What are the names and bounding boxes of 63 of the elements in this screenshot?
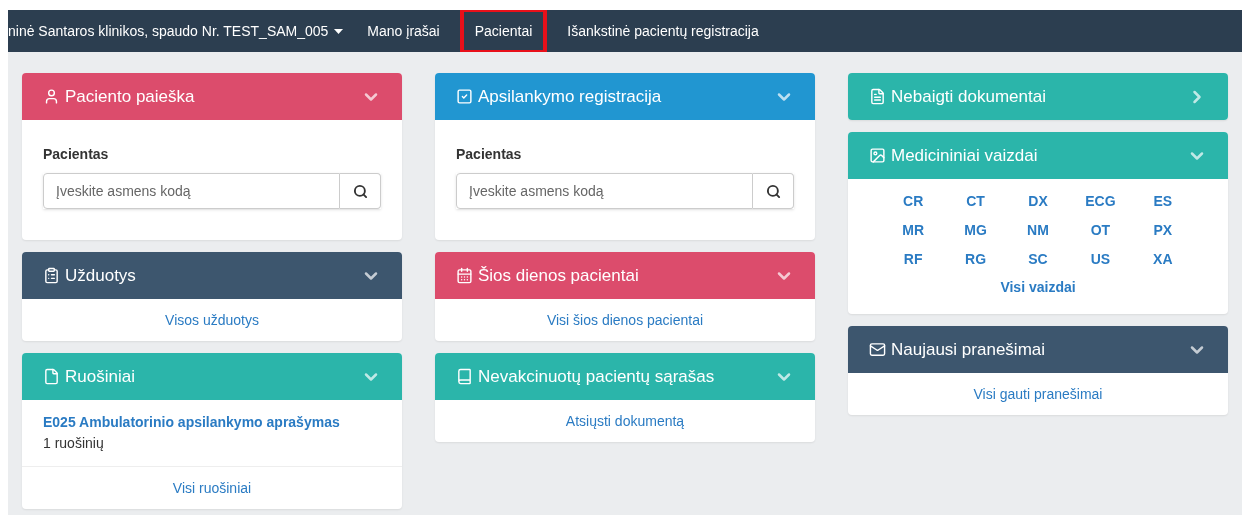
panel-title: Nevakcinuotų pacientų sąrašas	[478, 365, 715, 388]
panel-title: Paciento paieška	[65, 85, 195, 108]
modality-link[interactable]: CR	[882, 191, 945, 212]
modality-link[interactable]: RG	[944, 249, 1007, 270]
search-button[interactable]	[753, 173, 794, 209]
book-icon	[456, 368, 473, 385]
panel-header[interactable]: Užduotys	[22, 252, 402, 299]
modality-link[interactable]: RF	[882, 249, 945, 270]
panel-header[interactable]: Nebaigti dokumentai	[848, 73, 1228, 120]
panel-header[interactable]: Apsilankymo registracija	[435, 73, 815, 120]
panel-link[interactable]: Atsiųsti dokumentą	[565, 410, 685, 432]
modality-link[interactable]: PX	[1131, 220, 1194, 241]
modality-link[interactable]: ES	[1131, 191, 1194, 212]
panel-title: Naujausi pranešimai	[891, 338, 1046, 361]
search-icon	[352, 183, 368, 199]
search-field[interactable]: Įveskite asmens kodą	[456, 173, 753, 209]
panel-header[interactable]: Naujausi pranešimai	[848, 326, 1228, 373]
panel-title: Medicininiai vaizdai	[891, 144, 1038, 167]
user-icon	[43, 88, 60, 105]
modality-link[interactable]: MG	[944, 220, 1007, 241]
field-label: Pacientas	[43, 145, 110, 164]
panel-title: Ruošiniai	[65, 365, 135, 388]
envelope-icon	[869, 341, 886, 358]
panel-link[interactable]: Visi šios dienos pacientai	[546, 309, 704, 331]
nav-link[interactable]: Mano įrašai	[355, 10, 452, 52]
panel-title: Nebaigti dokumentai	[891, 85, 1046, 108]
calendar-icon	[456, 267, 473, 284]
panel-link[interactable]: Visos užduotys	[165, 309, 259, 331]
nav-link[interactable]: Išankstinė pacientų registracija	[555, 10, 771, 52]
checkbox-icon	[456, 88, 473, 105]
modality-link[interactable]: MR	[882, 220, 945, 241]
modality-link[interactable]: US	[1069, 249, 1132, 270]
image-icon	[869, 147, 886, 164]
panel-title: Šios dienos pacientai	[478, 264, 639, 287]
file-icon	[43, 368, 60, 385]
search-button[interactable]	[340, 173, 381, 209]
panel-title: Apsilankymo registracija	[478, 85, 662, 108]
modality-link[interactable]: OT	[1069, 220, 1132, 241]
modality-link[interactable]: NM	[1006, 220, 1070, 241]
clipboard-icon	[43, 267, 60, 284]
field-label: Pacientas	[456, 145, 523, 164]
search-icon	[765, 183, 781, 199]
panel-header[interactable]: Nevakcinuotų pacientų sąrašas	[435, 353, 815, 400]
draft-link[interactable]: E025 Ambulatorinio apsilankymo aprašymas	[43, 412, 381, 433]
user-menu[interactable]: ninė Santaros klinikos, spaudo Nr. TEST_SAM_005	[8, 10, 356, 52]
panel-link[interactable]: Visi gauti pranešimai	[973, 383, 1103, 405]
panel-header[interactable]: Šios dienos pacientai	[435, 252, 815, 299]
panel-header[interactable]: Paciento paieška	[22, 73, 402, 120]
panel-link[interactable]: Visi vaizdai	[1000, 277, 1076, 298]
panel-header[interactable]: Ruošiniai	[22, 353, 402, 400]
modality-link[interactable]: ECG	[1069, 191, 1132, 212]
draft-count: 1 ruošinių	[43, 434, 105, 453]
modality-link[interactable]: SC	[1006, 249, 1070, 270]
panel-title: Užduotys	[65, 264, 136, 287]
document-icon	[869, 88, 886, 105]
modality-link[interactable]: CT	[944, 191, 1007, 212]
modality-link[interactable]: XA	[1131, 249, 1194, 270]
panel-header[interactable]: Medicininiai vaizdai	[848, 132, 1228, 179]
nav-link[interactable]: Pacientai	[461, 10, 546, 52]
caret-icon	[334, 28, 344, 34]
panel-link[interactable]: Visi ruošiniai	[172, 477, 252, 499]
modality-link[interactable]: DX	[1006, 191, 1070, 212]
search-field[interactable]: Įveskite asmens kodą	[43, 173, 340, 209]
